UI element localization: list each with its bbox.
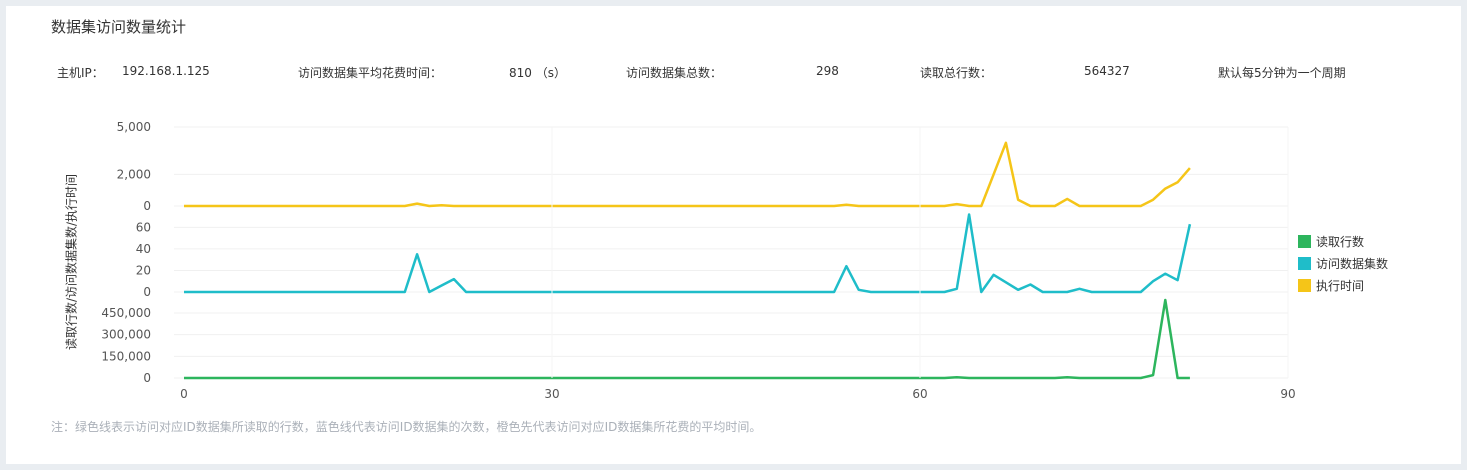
legend-item-rows[interactable]: 读取行数 [1298,233,1364,250]
y-tick-label-visits-0: 0 [143,285,151,299]
y-tick-label-rows-3: 450,000 [101,306,151,320]
x-tick-label-2: 60 [912,387,927,401]
legend-item-visits[interactable]: 访问数据集数 [1298,255,1388,272]
x-tick-label-3: 90 [1280,387,1295,401]
footnote: 注：绿色线表示访问对应ID数据集所读取的行数，蓝色线代表访问ID数据集的次数，橙… [51,420,762,434]
legend-label-visits: 访问数据集数 [1316,257,1389,271]
legend-label-time: 执行时间 [1316,279,1365,293]
y-tick-label-rows-2: 300,000 [101,328,151,342]
legend-item-time[interactable]: 执行时间 [1298,277,1364,294]
y-tick-label-time-2: 5,000 [117,120,151,134]
x-tick-label-1: 30 [544,387,559,401]
series-line-visits[interactable] [184,213,1192,294]
series-line-rows[interactable] [184,298,1190,380]
y-tick-label-visits-2: 40 [136,242,151,256]
legend-label-rows: 读取行数 [1316,235,1365,249]
y-tick-label-visits-1: 20 [136,263,151,277]
y-tick-label-visits-3: 60 [136,220,151,234]
y-tick-label-rows-1: 150,000 [101,349,151,363]
x-tick-label-0: 0 [180,387,188,401]
y-tick-label-time-1: 2,000 [117,167,151,181]
y-tick-label-rows-0: 0 [143,371,151,385]
line-chart: 0 2,000 5,000 0 20 40 60 0 150,000 300,000 450,000… [101,120,1295,401]
legend-swatch-visits [1298,257,1311,270]
y-tick-label-time-0: 0 [143,199,151,213]
legend-swatch-rows [1298,235,1311,248]
legend-swatch-time [1298,279,1311,292]
